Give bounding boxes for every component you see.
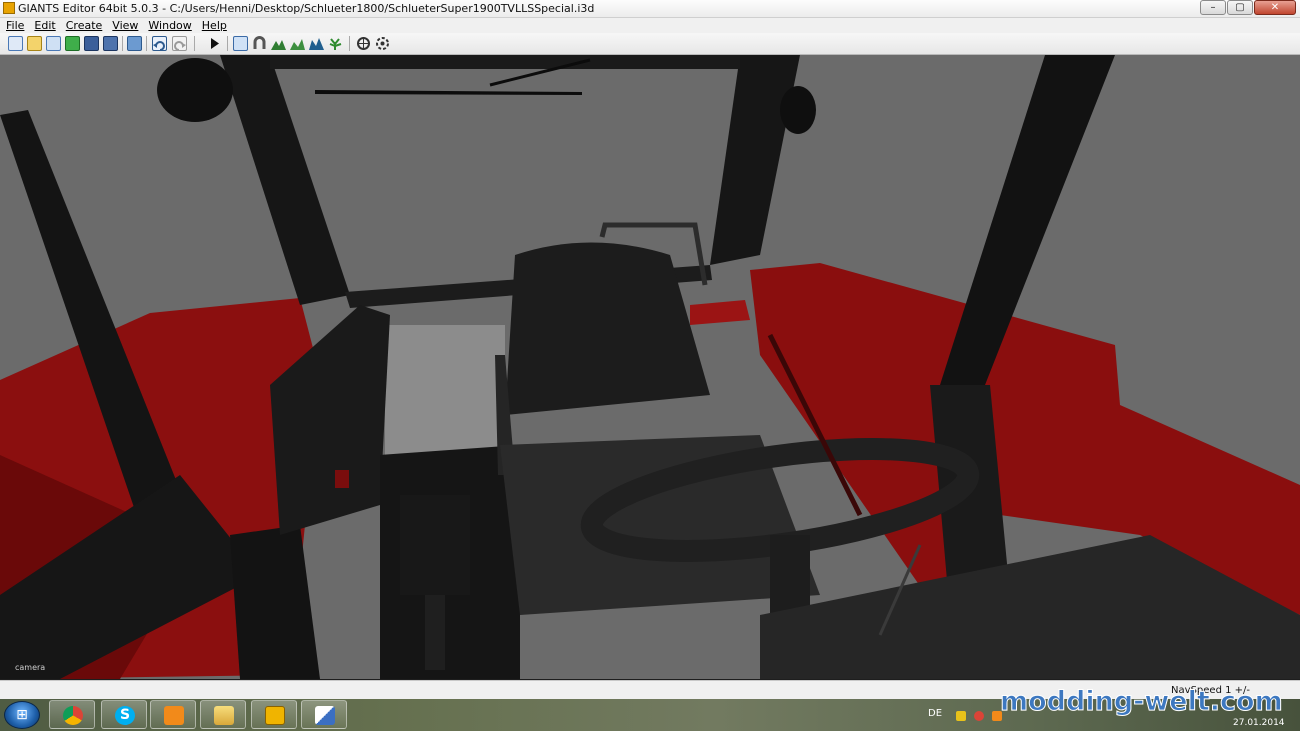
- start-button[interactable]: ⊞: [4, 701, 40, 729]
- new-file-icon[interactable]: [8, 36, 23, 51]
- taskbar-paint[interactable]: [301, 700, 347, 729]
- toolbar-separator: [227, 36, 228, 51]
- save-icon[interactable]: [84, 36, 99, 51]
- menu-help-label: Help: [201, 19, 227, 32]
- window-title: GIANTS Editor 64bit 5.0.3 - C:/Users/Hen…: [18, 2, 595, 15]
- language-indicator[interactable]: DE: [928, 708, 942, 719]
- tray-chrome-icon[interactable]: [974, 711, 984, 721]
- menu-view-label: View: [112, 19, 139, 32]
- taskbar-date: 27.01.2014: [1233, 718, 1285, 728]
- move-icon[interactable]: [356, 36, 371, 51]
- foliage-icon[interactable]: [328, 36, 343, 51]
- camera-label: camera: [15, 663, 46, 672]
- tractor-cab-scene: [0, 55, 1300, 679]
- terrain-height-icon[interactable]: [309, 36, 324, 51]
- menu-edit[interactable]: Edit: [28, 18, 59, 33]
- taskbar-skype[interactable]: S: [101, 700, 147, 729]
- taskbar-chrome[interactable]: [49, 700, 95, 729]
- media-player-icon: [164, 706, 184, 725]
- import-icon[interactable]: [127, 36, 142, 51]
- select-icon[interactable]: [233, 36, 248, 51]
- magnet-icon[interactable]: [252, 36, 267, 51]
- toolbar: [0, 33, 1300, 55]
- mirror-left: [157, 58, 233, 122]
- menu-file-label: File: [6, 19, 25, 32]
- toolbar-separator: [349, 36, 350, 51]
- terrain-paint-icon[interactable]: [290, 36, 305, 51]
- menu-help[interactable]: Help: [196, 18, 231, 33]
- rotate-icon[interactable]: [375, 36, 390, 51]
- menu-window-label: Window: [148, 19, 192, 32]
- terrain-icon[interactable]: [271, 36, 286, 51]
- menu-create[interactable]: Create: [60, 18, 107, 33]
- title-bar: GIANTS Editor 64bit 5.0.3 - C:/Users/Hen…: [0, 0, 1300, 18]
- menu-bar: File Edit Create View Window Help: [0, 18, 1300, 33]
- skype-icon: S: [115, 706, 135, 725]
- paint-icon: [315, 706, 335, 725]
- maximize-button[interactable]: ▢: [1227, 0, 1253, 15]
- watermark: modding-welt.com: [1000, 686, 1284, 718]
- undo-icon[interactable]: [152, 36, 167, 51]
- open-recent-icon[interactable]: [46, 36, 61, 51]
- taskbar-media-player[interactable]: [150, 700, 196, 729]
- redo-icon[interactable]: [172, 36, 187, 51]
- menu-edit-label: Edit: [34, 19, 56, 32]
- toolbar-separator: [146, 36, 147, 51]
- giants-editor-icon: [265, 706, 285, 725]
- console-red-button: [335, 470, 349, 488]
- menu-create-label: Create: [65, 19, 103, 32]
- toolbar-separator: [122, 36, 123, 51]
- lever-plate: [400, 495, 470, 595]
- open-file-icon[interactable]: [27, 36, 42, 51]
- play-icon[interactable]: [207, 36, 222, 51]
- menu-file[interactable]: File: [0, 18, 28, 33]
- tray-notification-icon[interactable]: [956, 711, 966, 721]
- close-button[interactable]: ✕: [1254, 0, 1296, 15]
- 3d-viewport[interactable]: [0, 55, 1300, 679]
- taskbar-file-explorer[interactable]: [200, 700, 246, 729]
- chrome-icon: [63, 706, 83, 725]
- reload-icon[interactable]: [65, 36, 80, 51]
- menu-view[interactable]: View: [106, 18, 142, 33]
- save-as-icon[interactable]: [103, 36, 118, 51]
- window-controls: – ▢ ✕: [1200, 0, 1296, 15]
- menu-window[interactable]: Window: [142, 18, 195, 33]
- roof-edge: [270, 55, 740, 69]
- giants-editor-app-icon: [3, 2, 15, 14]
- rear-window: [385, 325, 505, 455]
- mirror-right: [780, 86, 816, 134]
- minimize-button[interactable]: –: [1200, 0, 1226, 15]
- toolbar-separator: [194, 36, 195, 51]
- taskbar-giants-editor[interactable]: [251, 700, 297, 729]
- folder-icon: [214, 706, 234, 725]
